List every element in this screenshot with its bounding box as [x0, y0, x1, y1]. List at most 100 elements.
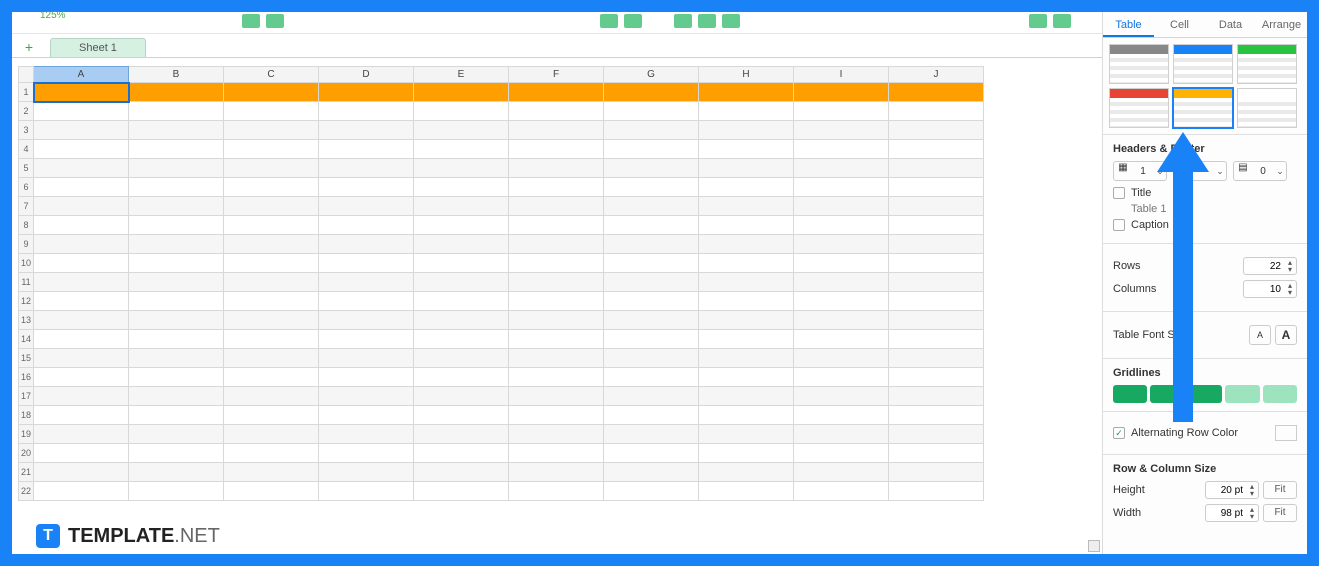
cell[interactable] — [224, 311, 319, 330]
cell[interactable] — [129, 292, 224, 311]
cell[interactable] — [414, 254, 509, 273]
table-styles[interactable] — [1103, 38, 1307, 134]
footer-rows-stepper[interactable]: ▤0⌄ — [1233, 161, 1287, 181]
columns-input[interactable] — [1244, 284, 1284, 295]
row-header[interactable]: 14 — [19, 330, 34, 349]
cell[interactable] — [319, 159, 414, 178]
cell[interactable] — [224, 330, 319, 349]
cell[interactable] — [509, 292, 604, 311]
cell[interactable] — [129, 463, 224, 482]
cell[interactable] — [604, 121, 699, 140]
cell[interactable] — [604, 463, 699, 482]
cell[interactable] — [224, 121, 319, 140]
cell[interactable] — [889, 216, 984, 235]
cell[interactable] — [699, 425, 794, 444]
row-header[interactable]: 18 — [19, 406, 34, 425]
row-header[interactable]: 17 — [19, 387, 34, 406]
row-header[interactable]: 12 — [19, 292, 34, 311]
cell[interactable] — [889, 197, 984, 216]
rows-stepper[interactable]: ▴▾ — [1243, 257, 1297, 275]
row-header[interactable]: 6 — [19, 178, 34, 197]
cell[interactable] — [34, 140, 129, 159]
cell[interactable] — [699, 349, 794, 368]
cell[interactable] — [699, 159, 794, 178]
table-style-option[interactable] — [1173, 88, 1233, 128]
cell[interactable] — [604, 292, 699, 311]
inspector-tabs[interactable]: Table Cell Data Arrange — [1103, 12, 1307, 38]
cell[interactable] — [34, 178, 129, 197]
cell[interactable] — [34, 406, 129, 425]
cell[interactable] — [129, 368, 224, 387]
cell[interactable] — [414, 292, 509, 311]
cell[interactable] — [699, 292, 794, 311]
cell[interactable] — [414, 387, 509, 406]
cell[interactable] — [889, 121, 984, 140]
row-header[interactable]: 20 — [19, 444, 34, 463]
cell[interactable] — [794, 235, 889, 254]
cell[interactable] — [794, 254, 889, 273]
cell[interactable] — [224, 254, 319, 273]
cell[interactable] — [224, 406, 319, 425]
cell[interactable] — [129, 102, 224, 121]
cell[interactable] — [604, 235, 699, 254]
cell[interactable] — [794, 159, 889, 178]
col-header[interactable]: B — [129, 67, 224, 83]
cell[interactable] — [794, 292, 889, 311]
font-smaller-button[interactable]: A — [1249, 325, 1271, 345]
cell[interactable] — [794, 406, 889, 425]
col-header[interactable]: A — [34, 67, 129, 83]
cell[interactable] — [129, 273, 224, 292]
row-header[interactable]: 5 — [19, 159, 34, 178]
cell[interactable] — [699, 482, 794, 501]
cell[interactable] — [224, 292, 319, 311]
cell[interactable] — [129, 254, 224, 273]
cell[interactable] — [319, 273, 414, 292]
row-header[interactable]: 19 — [19, 425, 34, 444]
cell[interactable] — [414, 330, 509, 349]
cell[interactable] — [889, 444, 984, 463]
cell[interactable] — [509, 235, 604, 254]
cell[interactable] — [224, 444, 319, 463]
cell[interactable] — [794, 121, 889, 140]
cell[interactable] — [699, 83, 794, 102]
cell[interactable] — [319, 292, 414, 311]
cell[interactable] — [604, 425, 699, 444]
gridline-option[interactable] — [1225, 385, 1259, 403]
cell[interactable] — [509, 368, 604, 387]
cell[interactable] — [604, 349, 699, 368]
cell[interactable] — [319, 102, 414, 121]
cell[interactable] — [34, 330, 129, 349]
cell[interactable] — [509, 121, 604, 140]
row-header[interactable]: 1 — [19, 83, 34, 102]
cell[interactable] — [319, 140, 414, 159]
gridline-option[interactable] — [1113, 385, 1147, 403]
cell[interactable] — [34, 349, 129, 368]
cell[interactable] — [414, 273, 509, 292]
width-fit-button[interactable]: Fit — [1263, 504, 1297, 522]
height-fit-button[interactable]: Fit — [1263, 481, 1297, 499]
row-header[interactable]: 4 — [19, 140, 34, 159]
row-header[interactable]: 21 — [19, 463, 34, 482]
cell[interactable] — [699, 330, 794, 349]
cell[interactable] — [129, 330, 224, 349]
cell[interactable] — [794, 83, 889, 102]
row-header[interactable]: 9 — [19, 235, 34, 254]
cell[interactable] — [509, 273, 604, 292]
cell[interactable] — [414, 83, 509, 102]
tool-icon[interactable] — [1053, 14, 1071, 28]
cell[interactable] — [604, 102, 699, 121]
cell[interactable] — [414, 482, 509, 501]
cell[interactable] — [224, 482, 319, 501]
col-header[interactable]: I — [794, 67, 889, 83]
cell[interactable] — [414, 444, 509, 463]
gridline-option[interactable] — [1263, 385, 1297, 403]
cell[interactable] — [889, 387, 984, 406]
cell[interactable] — [509, 83, 604, 102]
col-header[interactable]: C — [224, 67, 319, 83]
cell[interactable] — [34, 444, 129, 463]
cell[interactable] — [129, 311, 224, 330]
cell[interactable] — [414, 368, 509, 387]
cell[interactable] — [414, 121, 509, 140]
font-larger-button[interactable]: A — [1275, 325, 1297, 345]
cell[interactable] — [509, 444, 604, 463]
